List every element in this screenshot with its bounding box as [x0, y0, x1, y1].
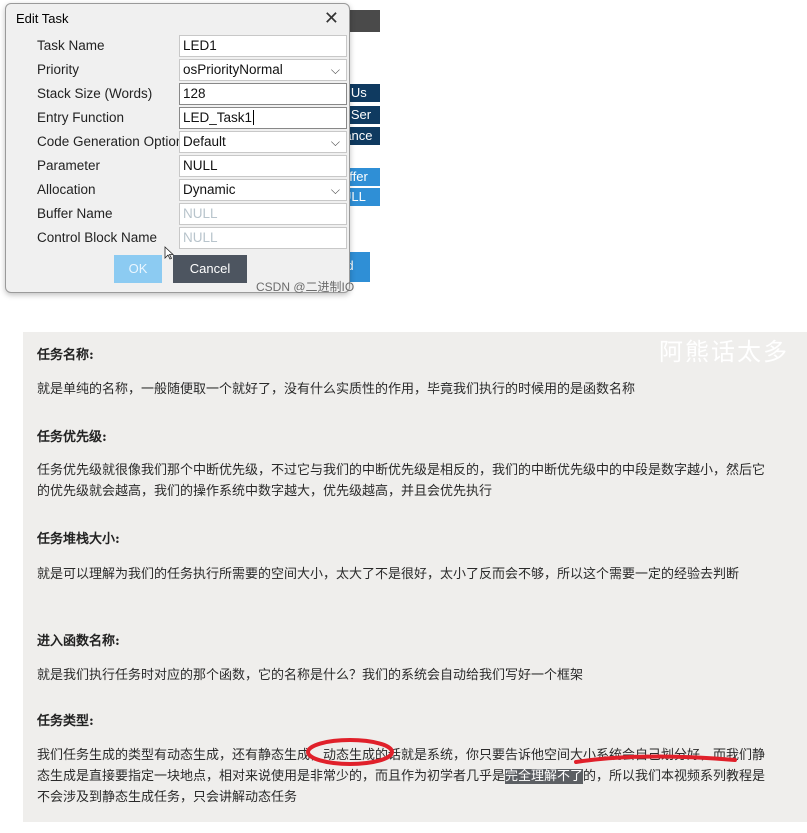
text-caret	[253, 110, 255, 125]
field-row-control-block-name: Control Block Name NULL	[6, 227, 349, 251]
field-label: Parameter	[37, 158, 101, 173]
allocation-select[interactable]: Dynamic ⌵	[179, 179, 347, 201]
field-row-parameter: Parameter NULL	[6, 155, 349, 179]
chevron-down-icon: ⌵	[330, 135, 340, 149]
section-body: 就是可以理解为我们的任务执行所需要的空间大小，太大了不是很好，太小了反而会不够，…	[37, 567, 740, 582]
section-heading: 进入函数名称:	[37, 634, 120, 649]
parameter-input[interactable]: NULL	[179, 155, 347, 177]
entry-function-input[interactable]: LED_Task1	[179, 107, 347, 129]
field-label: Buffer Name	[37, 206, 113, 221]
section-body: 我们任务生成的类型有动态生成，还有静态生成，动态生成的话就是系统，你只要告诉他空…	[37, 745, 777, 808]
select-value: Dynamic	[183, 182, 236, 197]
dialog-title: Edit Task	[16, 11, 69, 26]
chevron-down-icon: ⌵	[330, 183, 340, 197]
input-value: LED_Task1	[183, 110, 253, 125]
field-label: Allocation	[37, 182, 96, 197]
highlighted-text: 完全理解不了	[505, 769, 584, 784]
field-row-buffer-name: Buffer Name NULL	[6, 203, 349, 227]
cancel-button[interactable]: Cancel	[173, 255, 247, 283]
section-body: 任务优先级就很像我们那个中断优先级，不过它与我们的中断优先级是相反的，我们的中断…	[37, 463, 766, 499]
close-icon[interactable]: ✕	[324, 8, 339, 29]
mouse-cursor-icon	[164, 246, 174, 260]
section-body: 就是我们执行任务时对应的那个函数，它的名称是什么？我们的系统会自动给我们写好一个…	[37, 668, 584, 683]
field-row-stack-size: Stack Size (Words) 128	[6, 83, 349, 107]
field-label: Entry Function	[37, 110, 125, 125]
buffer-name-input: NULL	[179, 203, 347, 225]
priority-select[interactable]: osPriorityNormal ⌵	[179, 59, 347, 81]
section-heading: 任务类型:	[37, 714, 94, 729]
section-heading: 任务堆栈大小:	[37, 532, 120, 547]
csdn-watermark: CSDN @二进制IO	[256, 280, 355, 294]
section-heading: 任务名称:	[37, 348, 94, 363]
chevron-down-icon: ⌵	[330, 63, 340, 77]
screenshot-region: p Us d Ser rance uffer ULL d Edit Task ✕…	[0, 0, 380, 300]
section-body: 就是单纯的名称，一般随便取一个就好了，没有什么实质性的作用，毕竟我们执行的时候用…	[37, 382, 636, 397]
field-row-entry-function: Entry Function LED_Task1	[6, 107, 349, 131]
task-name-input[interactable]: LED1	[179, 35, 347, 57]
field-row-allocation: Allocation Dynamic ⌵	[6, 179, 349, 203]
field-row-priority: Priority osPriorityNormal ⌵	[6, 59, 349, 83]
field-label: Priority	[37, 62, 80, 77]
video-watermark: 阿熊话太多	[659, 339, 789, 366]
field-label: Task Name	[37, 38, 105, 53]
stack-size-input[interactable]: 128	[179, 83, 347, 105]
field-row-code-generation: Code Generation Option Default ⌵	[6, 131, 349, 155]
window-titlebar-fragment	[345, 10, 380, 32]
select-value: osPriorityNormal	[183, 62, 283, 77]
article-panel: 阿熊话太多 任务名称: 就是单纯的名称，一般随便取一个就好了，没有什么实质性的作…	[23, 332, 807, 822]
field-row-task-name: Task Name LED1	[6, 35, 349, 59]
ok-button[interactable]: OK	[114, 255, 162, 283]
field-label: Code Generation Option	[37, 134, 184, 149]
field-label: Stack Size (Words)	[37, 86, 153, 101]
section-heading: 任务优先级:	[37, 430, 107, 445]
select-value: Default	[183, 134, 226, 149]
code-generation-select[interactable]: Default ⌵	[179, 131, 347, 153]
edit-task-dialog: Edit Task ✕ Task Name LED1 Priority osPr…	[5, 3, 350, 293]
control-block-name-input: NULL	[179, 227, 347, 249]
field-label: Control Block Name	[37, 230, 158, 245]
